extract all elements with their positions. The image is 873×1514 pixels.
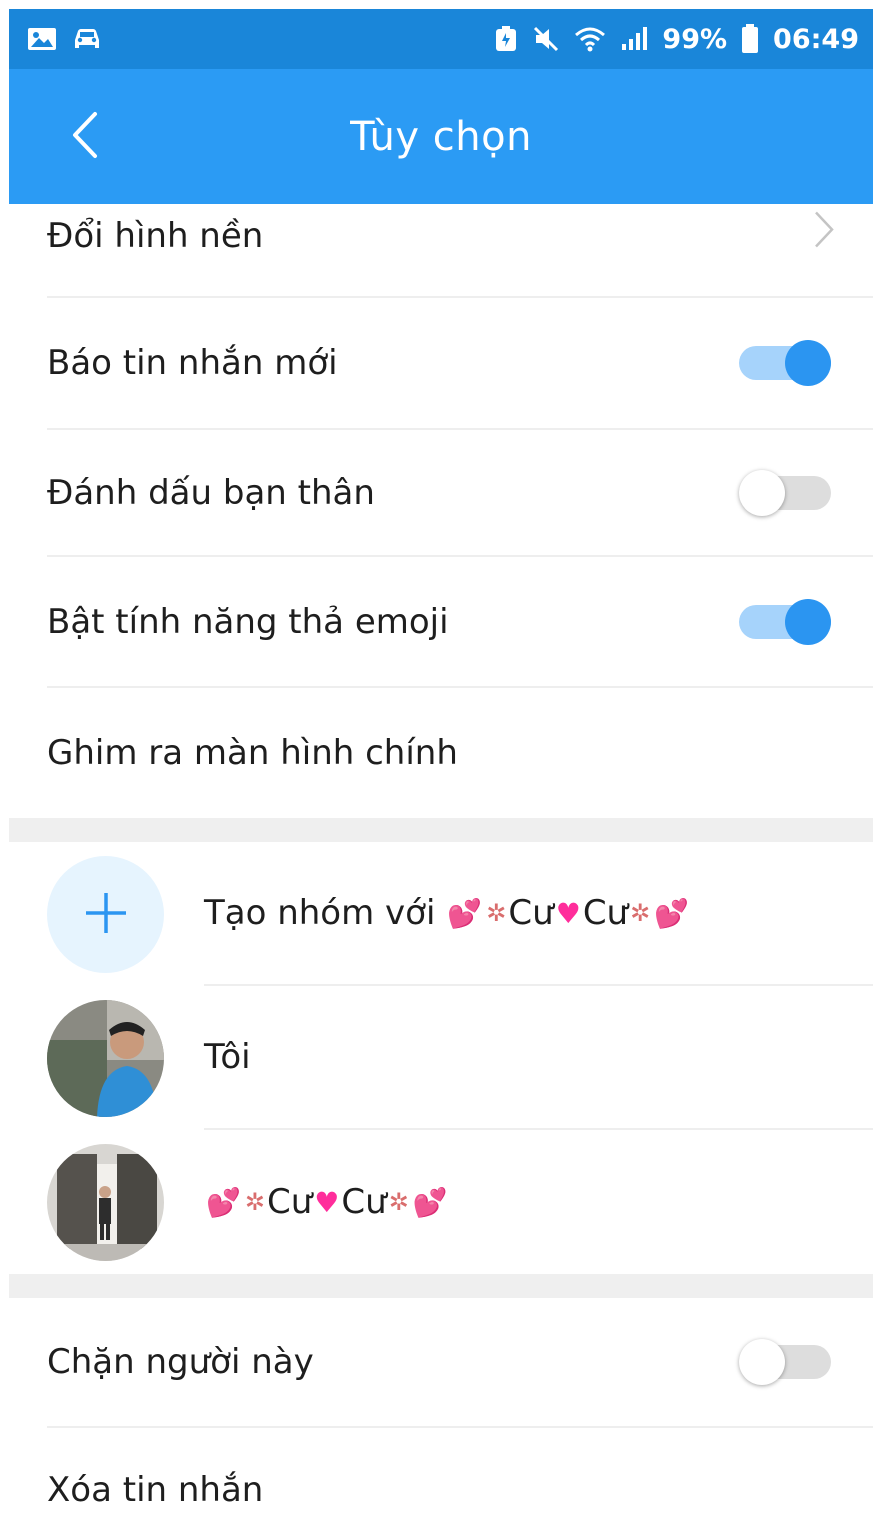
mark-best-friend-row: Đánh dấu bạn thân — [47, 430, 873, 557]
delete-messages-label: Xóa tin nhắn — [47, 1470, 264, 1510]
car-icon — [71, 26, 103, 52]
change-background-row[interactable]: Đổi hình nền — [47, 204, 873, 298]
member-name: 💕 ✲ Cư ♥ Cư ✲ 💕 — [204, 1130, 873, 1274]
pin-to-home-row[interactable]: Ghim ra màn hình chính — [47, 688, 873, 818]
app-bar: Tùy chọn — [9, 69, 873, 204]
pin-to-home-label: Ghim ra màn hình chính — [47, 733, 458, 773]
clock: 06:49 — [773, 23, 859, 55]
back-chevron-icon — [67, 110, 101, 164]
new-message-alert-row: Báo tin nhắn mới — [47, 298, 873, 430]
toggle-knob — [739, 1339, 785, 1385]
block-user-row: Chặn người này — [47, 1298, 873, 1428]
section-divider — [9, 818, 873, 842]
chevron-right-icon — [813, 210, 835, 259]
mute-icon — [532, 25, 560, 53]
signal-icon — [620, 26, 648, 52]
battery-saver-icon — [494, 25, 518, 53]
member-name: Tôi — [204, 986, 873, 1130]
plus-icon — [82, 889, 130, 941]
contact-name-part: Cư — [266, 1182, 313, 1222]
two-hearts-icon: 💕 — [412, 1185, 448, 1219]
sparkle-icon: ✲ — [388, 1188, 409, 1216]
create-group-prefix: Tạo nhóm với — [204, 893, 436, 933]
section-divider — [9, 1274, 873, 1298]
avatar — [47, 1144, 164, 1261]
battery-percent: 99% — [662, 23, 728, 55]
status-bar: 99% 06:49 — [9, 9, 873, 69]
block-user-toggle[interactable] — [739, 1339, 831, 1385]
two-hearts-icon: 💕 — [654, 896, 690, 930]
contact-name-part: Cư — [582, 893, 629, 933]
emoji-reactions-row: Bật tính năng thả emoji — [47, 557, 873, 688]
member-row-self[interactable]: Tôi — [47, 986, 873, 1130]
delete-messages-row[interactable]: Xóa tin nhắn — [47, 1428, 873, 1514]
back-button[interactable] — [49, 99, 119, 174]
two-hearts-icon: 💕 — [447, 896, 483, 930]
toggle-knob — [739, 469, 785, 516]
wifi-icon — [574, 26, 606, 52]
create-group-text: Tạo nhóm với 💕 ✲ Cư ♥ Cư ✲ 💕 — [204, 842, 873, 986]
avatar — [47, 1000, 164, 1117]
sparkle-icon: ✲ — [486, 899, 507, 927]
add-group-avatar — [47, 856, 164, 973]
page-title: Tùy chọn — [350, 113, 532, 160]
battery-icon — [741, 24, 759, 54]
heart-icon: ♥ — [314, 1185, 340, 1219]
self-name-label: Tôi — [204, 1037, 251, 1077]
create-group-row[interactable]: Tạo nhóm với 💕 ✲ Cư ♥ Cư ✲ 💕 — [47, 842, 873, 986]
contact-name-part: Cư — [508, 893, 554, 933]
new-message-alert-toggle[interactable] — [739, 340, 831, 386]
member-row-contact[interactable]: 💕 ✲ Cư ♥ Cư ✲ 💕 — [47, 1130, 873, 1274]
toggle-knob — [785, 340, 831, 386]
gallery-icon — [27, 26, 57, 52]
two-hearts-icon: 💕 — [206, 1185, 241, 1219]
toggle-knob — [785, 598, 831, 645]
emoji-reactions-toggle[interactable] — [739, 598, 831, 645]
mark-best-friend-toggle[interactable] — [739, 469, 831, 516]
heart-icon: ♥ — [555, 896, 581, 930]
sparkle-icon: ✲ — [244, 1188, 265, 1216]
sparkle-icon: ✲ — [630, 899, 651, 927]
contact-name-part: Cư — [341, 1182, 387, 1222]
change-background-label: Đổi hình nền — [47, 216, 264, 256]
